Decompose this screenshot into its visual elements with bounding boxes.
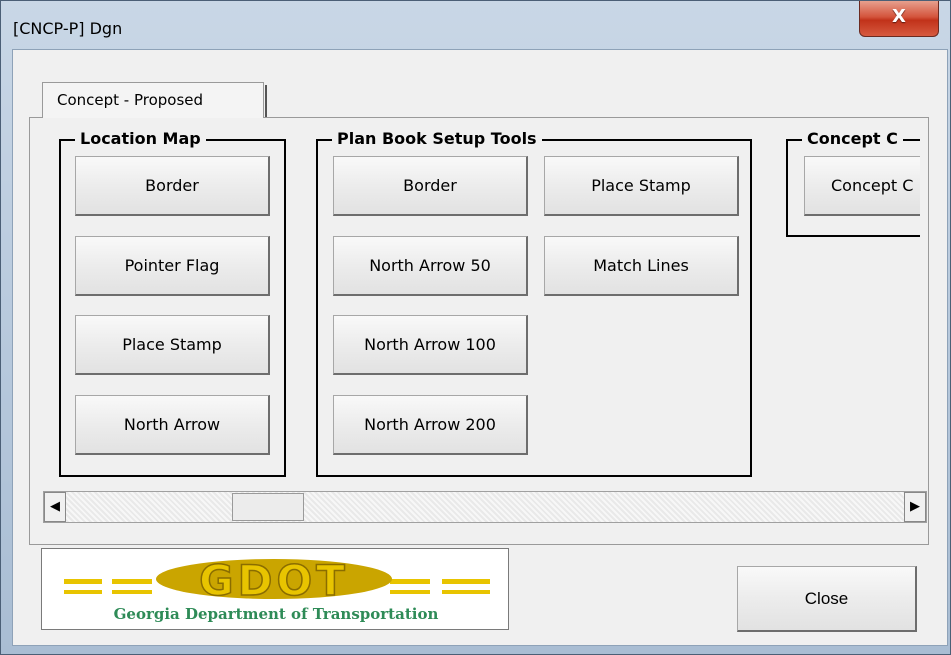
gdot-wordmark: GDOT <box>199 556 349 605</box>
plan-match-lines-button[interactable]: Match Lines <box>544 236 739 296</box>
plan-place-stamp-button[interactable]: Place Stamp <box>544 156 739 216</box>
plan-north-arrow-200-button[interactable]: North Arrow 200 <box>333 395 528 455</box>
group-label-concept-c: Concept C <box>802 129 903 148</box>
gdot-caption: Georgia Department of Transportation <box>113 605 439 623</box>
close-icon: X <box>892 6 906 27</box>
scroll-thumb[interactable] <box>232 493 304 521</box>
window-title: [CNCP-P] Dgn <box>13 19 123 38</box>
tab-concept-proposed[interactable]: Concept - Proposed <box>42 82 267 118</box>
location-pointer-flag-button[interactable]: Pointer Flag <box>75 236 270 296</box>
title-bar[interactable]: [CNCP-P] Dgn X <box>1 1 951 51</box>
location-border-button[interactable]: Border <box>75 156 270 216</box>
location-place-stamp-button[interactable]: Place Stamp <box>75 315 270 375</box>
group-label-location-map: Location Map <box>75 129 206 148</box>
group-label-plan-book: Plan Book Setup Tools <box>332 129 542 148</box>
tab-label: Concept - Proposed <box>57 91 204 109</box>
plan-north-arrow-100-button[interactable]: North Arrow 100 <box>333 315 528 375</box>
plan-border-button[interactable]: Border <box>333 156 528 216</box>
horizontal-scrollbar[interactable]: ◀ ▶ <box>43 491 927 523</box>
gdot-logo-graphic: GDOT <box>64 555 490 605</box>
scroll-left-arrow-icon[interactable]: ◀ <box>44 492 66 522</box>
concept-c-button[interactable]: Concept C <box>804 156 920 216</box>
window-close-button[interactable]: X <box>859 1 939 37</box>
plan-north-arrow-50-button[interactable]: North Arrow 50 <box>333 236 528 296</box>
scroll-right-arrow-icon[interactable]: ▶ <box>904 492 926 522</box>
concept-group-clip: Concept C Concept C <box>786 126 920 241</box>
close-button[interactable]: Close <box>737 566 917 632</box>
location-north-arrow-button[interactable]: North Arrow <box>75 395 270 455</box>
gdot-logo: GDOT Georgia Department of Transportatio… <box>41 548 509 630</box>
